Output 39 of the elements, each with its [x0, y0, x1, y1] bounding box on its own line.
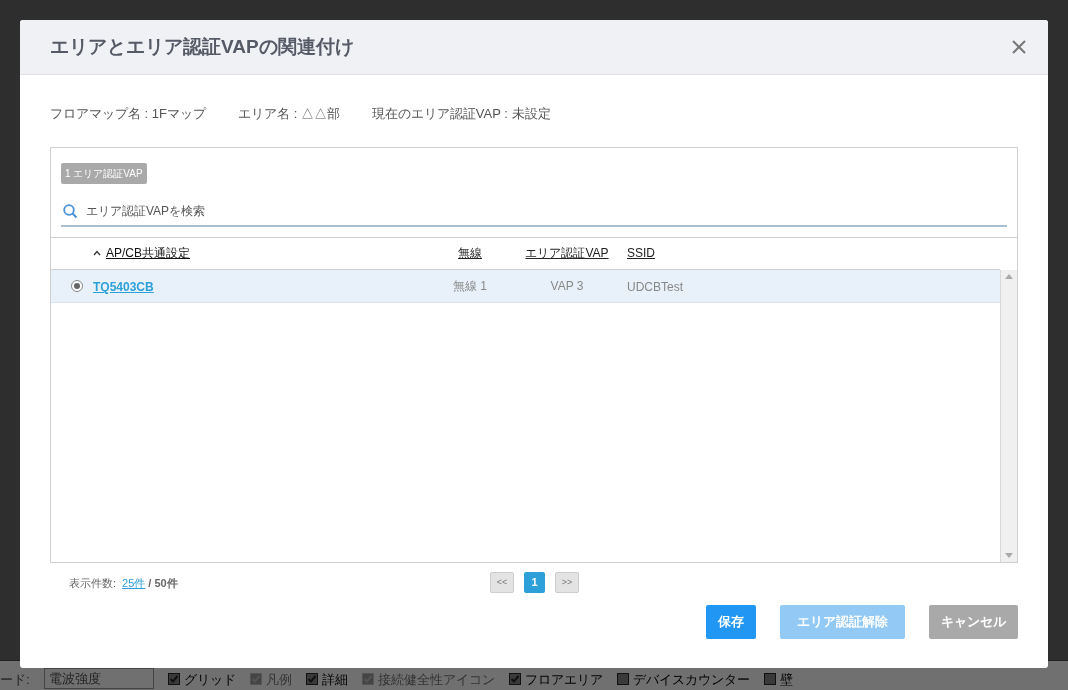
checkbox[interactable] [305, 673, 318, 686]
checkbox-label: 壁 [779, 670, 793, 689]
column-header[interactable]: 無線 [458, 244, 482, 262]
cancel-button[interactable]: キャンセル [929, 605, 1018, 639]
count-badge: 1 エリア認証VAP [61, 163, 147, 184]
checkbox[interactable] [616, 673, 629, 686]
page-button[interactable]: 1 [524, 572, 545, 593]
checkbox-label: 凡例 [265, 670, 292, 689]
mode-select[interactable]: 電波強度 [43, 667, 154, 689]
device-link[interactable]: TQ5403CB [93, 280, 154, 294]
page-size-label: 表示件数: [69, 575, 117, 591]
dialog-title: エリアとエリア認証VAPの関連付け [50, 34, 354, 59]
mode-label: ード: [0, 670, 30, 689]
next-page-button[interactable]: >> [555, 572, 579, 593]
info-text: フロアマップ名 : 1Fマップ [50, 105, 206, 123]
search-icon [63, 203, 78, 219]
table-cell-text: 無線 1 [453, 278, 487, 295]
total-count: / 50件 [148, 575, 178, 591]
column-header[interactable]: エリア認証VAP [525, 244, 609, 262]
info-text: エリア名 : △△部 [238, 105, 340, 123]
radio-button[interactable] [71, 280, 83, 292]
info-text: 現在のエリア認証VAP : 未設定 [371, 105, 551, 123]
action-button[interactable]: 保存 [706, 605, 756, 639]
checkbox-label: フロアエリア [524, 670, 603, 689]
table-row[interactable]: TQ5403CB 無線 1 VAP 3 UDCBTest [51, 270, 1000, 303]
table-cell: UDCBTest [627, 280, 683, 294]
page-size-link[interactable]: 25件 [122, 574, 146, 592]
close-icon[interactable] [1012, 40, 1026, 54]
table-cell-text: VAP 3 [550, 278, 584, 295]
column-header[interactable]: AP/CB共通設定 [106, 244, 190, 262]
checkbox[interactable] [763, 673, 776, 686]
checkbox-label: グリッド [183, 670, 236, 689]
checkbox-label: 詳細 [321, 670, 348, 689]
checkbox[interactable] [167, 673, 180, 686]
prev-page-button[interactable]: << [490, 572, 514, 593]
checkbox[interactable] [508, 673, 521, 686]
search-field[interactable]: エリア認証VAPを検索 [86, 202, 1007, 220]
column-header[interactable]: SSID [627, 244, 655, 262]
checkbox-label: デバイスカウンター [632, 670, 750, 689]
